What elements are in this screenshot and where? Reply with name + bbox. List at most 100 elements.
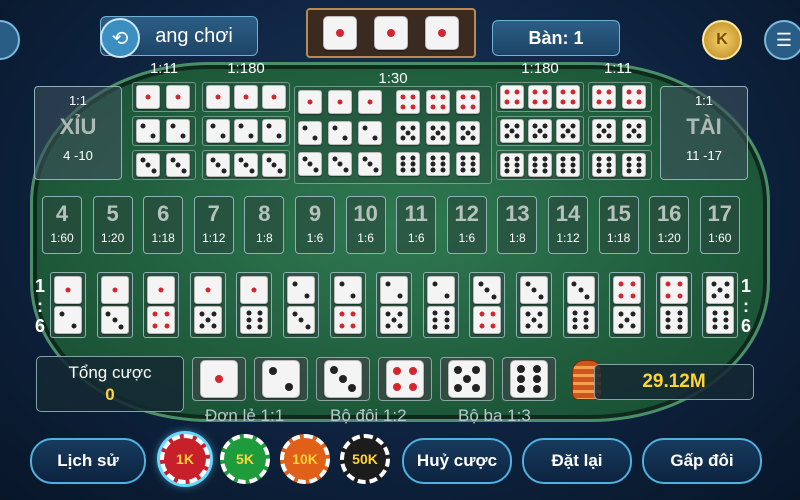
die-face-4 — [556, 85, 580, 109]
chip-10k[interactable]: 10K — [280, 434, 330, 484]
sum-odds: 1:18 — [151, 231, 175, 245]
sum-number: 7 — [207, 201, 220, 226]
die-face-6 — [556, 153, 580, 177]
die-face-3 — [100, 306, 129, 334]
table-number-label[interactable]: Bàn: 1 — [492, 20, 620, 56]
sum-bet-14[interactable]: 14 1:12 — [548, 196, 588, 254]
die-face-4 — [500, 85, 524, 109]
sum-odds: 1:8 — [509, 231, 526, 245]
die-face-2 — [262, 360, 300, 398]
total-bet-value: 0 — [105, 385, 115, 404]
die-face-3 — [473, 276, 502, 304]
die-face-5 — [528, 119, 552, 143]
sum-bet-10[interactable]: 10 1:6 — [345, 196, 386, 254]
sum-odds: 1:60 — [50, 231, 74, 245]
die-face-4 — [528, 85, 552, 109]
specific-triple-ratio-left: 1:180 — [227, 60, 265, 77]
combo-ratio-right: 1 : 6 — [740, 276, 751, 336]
die-face-3 — [234, 153, 258, 177]
die-face-5 — [520, 306, 548, 334]
die-face-1 — [136, 85, 160, 109]
die-face-5 — [193, 306, 222, 334]
big-ratio: 1:1 — [694, 93, 714, 108]
die-face-5 — [500, 119, 524, 143]
die-face-4 — [333, 306, 362, 334]
die-face-1 — [298, 90, 322, 114]
bet-type-single: Đơn lẻ 1:1 — [205, 406, 285, 425]
sum-bet-16[interactable]: 16 1:20 — [649, 196, 690, 254]
die-face-3 — [136, 153, 160, 177]
cancel-bet-button[interactable]: Huỷ cược — [402, 438, 512, 484]
die-face-3 — [298, 152, 322, 176]
sum-bet-12[interactable]: 12 1:6 — [446, 196, 487, 254]
die-face-3 — [328, 152, 352, 176]
die-face-2 — [426, 276, 455, 304]
die-face-1 — [193, 276, 222, 304]
double-bet-button[interactable]: Gấp đôi — [642, 438, 762, 484]
die-face-1 — [147, 276, 176, 304]
die-face-5 — [456, 121, 480, 145]
bet-big-tai[interactable]: 1:1 TÀI 11 -17 — [660, 86, 748, 180]
sum-bet-5[interactable]: 5 1:20 — [92, 196, 133, 254]
die-face-3 — [358, 152, 382, 176]
sum-bet-4[interactable]: 4 1:60 — [42, 196, 82, 254]
die-face-4 — [622, 85, 646, 109]
specific-triple-ratio-right: 1:180 — [521, 60, 559, 77]
single-triple-ratio-left: 1:11 — [149, 60, 179, 77]
die-face-4 — [386, 360, 424, 398]
die-face-2 — [206, 119, 230, 143]
die-face-1 — [200, 360, 238, 398]
sum-bet-17[interactable]: 17 1:60 — [699, 196, 740, 254]
sum-odds: 1:6 — [458, 231, 476, 245]
die-face-5 — [380, 306, 409, 334]
big-range: 11 -17 — [686, 148, 722, 163]
die-face-4 — [613, 276, 642, 304]
die-face-3 — [262, 153, 286, 177]
die-face-2 — [262, 119, 286, 143]
sum-number: 5 — [106, 201, 119, 226]
chip-50k[interactable]: 50K — [340, 434, 390, 484]
die-face-5 — [622, 119, 646, 143]
die-face-6 — [500, 153, 524, 177]
die-face-2 — [380, 276, 409, 304]
die-face-2 — [298, 121, 322, 145]
sum-bet-6[interactable]: 6 1:18 — [143, 196, 184, 254]
die-face-1 — [54, 276, 82, 304]
back-icon[interactable] — [0, 20, 20, 60]
chat-icon[interactable]: ☰ — [764, 20, 800, 60]
die-face-3 — [166, 153, 190, 177]
sum-bet-11[interactable]: 11 1:6 — [396, 196, 437, 254]
sum-odds: 1:6 — [357, 231, 374, 245]
sum-bet-13[interactable]: 13 1:8 — [497, 196, 538, 254]
reset-button[interactable]: Đặt lại — [522, 438, 632, 484]
bet-small-xiu[interactable]: 1:1 XỈU 4 -10 — [34, 86, 122, 180]
sum-bet-8[interactable]: 8 1:8 — [244, 196, 285, 254]
die-face-2 — [234, 119, 258, 143]
die-face-1 — [166, 85, 190, 109]
sum-bet-15[interactable]: 15 1:18 — [598, 196, 639, 254]
die-face-6 — [396, 152, 420, 176]
history-clock-icon[interactable]: ⟲ — [100, 18, 140, 58]
die-face-6 — [426, 152, 450, 176]
sum-odds: 1:12 — [556, 231, 580, 245]
small-ratio: 1:1 — [68, 93, 88, 108]
die-face-5 — [613, 306, 642, 334]
die-face-4 — [147, 306, 176, 334]
die-face-1 — [328, 90, 352, 114]
chip-5k[interactable]: 5K — [220, 434, 270, 484]
sum-number: 17 — [707, 201, 733, 226]
sum-bet-7[interactable]: 7 1:12 — [193, 196, 234, 254]
die-face-3 — [520, 276, 548, 304]
die-face-2 — [166, 119, 190, 143]
coin-icon[interactable]: K — [702, 20, 742, 60]
game-history-label: ang chơi — [155, 24, 233, 47]
die-face-2 — [54, 306, 82, 334]
small-range: 4 -10 — [63, 148, 93, 163]
chip-1k[interactable]: 1K — [160, 434, 210, 484]
die-face-5 — [592, 119, 616, 143]
die-face-4 — [456, 90, 480, 114]
history-button[interactable]: Lịch sử — [30, 438, 146, 484]
die-face-1 — [100, 276, 129, 304]
sum-bet-9[interactable]: 9 1:6 — [295, 196, 335, 254]
any-triple-ratio: 1:30 — [378, 70, 408, 87]
